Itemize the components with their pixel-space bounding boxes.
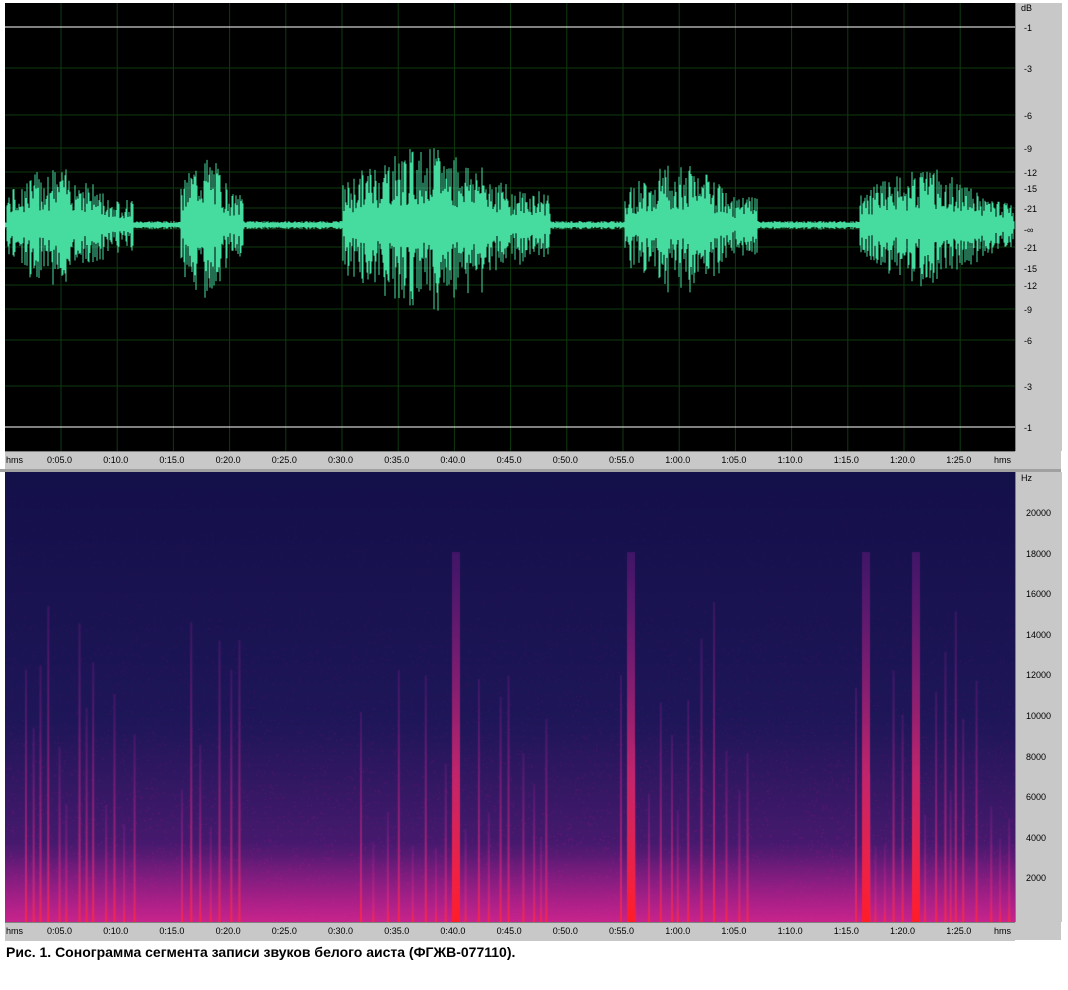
spectrogram-time-tick-label: 1:25.0 <box>946 926 972 936</box>
db-tick-label: -1 <box>1024 23 1033 33</box>
frequency-tick-label: 8000 <box>1026 751 1047 762</box>
db-tick-label: -15 <box>1024 184 1038 194</box>
spectrogram-time-ruler[interactable]: hms 0:05.0 0:10.0 0:15.0 0:20.0 0:25.0 0:30.0 0… <box>5 922 1015 941</box>
spectrogram-time-unit-right: hms <box>994 926 1012 936</box>
spectrogram-time-tick-label: 0:55.0 <box>609 926 635 936</box>
db-tick-label: -9 <box>1024 144 1033 154</box>
db-tick-label: -6 <box>1024 336 1033 346</box>
spectrogram-time-tick-label: 1:00.0 <box>665 926 691 936</box>
frequency-tick-label: 2000 <box>1026 873 1047 884</box>
waveform-time-tick-label: 0:25.0 <box>271 455 297 465</box>
audio-editor-view: dB -1 -3 -6 -9 -12 -15 -21 -∞ -21 -15 -12 -9 -6 -3 -1 … <box>0 0 1068 990</box>
db-tick-label: -12 <box>1024 168 1038 178</box>
db-unit-label: dB <box>1021 3 1033 13</box>
spectrogram-panel[interactable] <box>5 472 1015 922</box>
frequency-tick-label: 16000 <box>1026 589 1052 600</box>
waveform-time-tick-label: 0:50.0 <box>552 455 578 465</box>
frequency-tick-label: 10000 <box>1026 711 1052 721</box>
frequency-tick-label: 18000 <box>1026 548 1052 559</box>
spectrogram-time-tick-label: 0:40.0 <box>440 926 466 936</box>
frequency-tick-label: 4000 <box>1026 832 1047 843</box>
waveform-time-tick-label: 1:10.0 <box>777 455 803 465</box>
waveform-time-unit-left: hms <box>6 455 24 465</box>
db-tick-label: -3 <box>1024 64 1033 74</box>
spectrogram-time-tick-label: 1:15.0 <box>833 926 859 936</box>
waveform-time-tick-label: 0:40.0 <box>440 455 466 465</box>
spectrogram-time-tick-label: 0:20.0 <box>215 926 241 936</box>
frequency-tick-label: 14000 <box>1026 629 1052 640</box>
waveform-time-tick-label: 1:00.0 <box>665 455 691 465</box>
db-tick-label: -12 <box>1024 281 1038 291</box>
waveform-time-tick-label: 0:15.0 <box>159 455 185 465</box>
waveform-time-ruler[interactable]: hms 0:05.0 0:10.0 0:15.0 0:20.0 0:25.0 0:30.0 0… <box>5 451 1015 470</box>
db-tick-label: -9 <box>1024 305 1033 315</box>
waveform-display[interactable] <box>4 3 1017 451</box>
frequency-tick-label: 6000 <box>1026 792 1047 803</box>
spectrogram-time-tick-label: 0:45.0 <box>496 926 522 936</box>
db-tick-label: -1 <box>1024 423 1033 433</box>
spectrogram-time-tick-label: 0:30.0 <box>328 926 354 936</box>
waveform-time-tick-label: 0:45.0 <box>496 455 522 465</box>
waveform-time-tick-label: 1:20.0 <box>890 455 916 465</box>
db-tick-label: -3 <box>1024 382 1033 392</box>
spectrogram-display[interactable] <box>5 472 1015 922</box>
waveform-time-tick-label: 1:05.0 <box>721 455 747 465</box>
db-tick-label: -21 <box>1024 243 1038 253</box>
waveform-time-tick-label: 1:25.0 <box>946 455 972 465</box>
spectrogram-time-tick-label: 1:10.0 <box>777 926 803 936</box>
waveform-time-tick-label: 0:55.0 <box>609 455 635 465</box>
spectrogram-time-tick-label: 1:20.0 <box>890 926 916 936</box>
spectrogram-time-unit-left: hms <box>6 926 24 936</box>
spectrogram-time-tick-label: 1:05.0 <box>721 926 747 936</box>
spectrogram-time-tick-label: 0:25.0 <box>271 926 297 936</box>
db-ruler: dB -1 -3 -6 -9 -12 -15 -21 -∞ -21 -15 -12 -9 -6 -3 -1 <box>1015 3 1062 451</box>
ruler-corner <box>1015 922 1061 940</box>
figure-caption: Рис. 1. Сонограмма сегмента записи звуко… <box>6 944 516 960</box>
frequency-tick-label: 20000 <box>1026 508 1052 518</box>
waveform-time-tick-label: 1:15.0 <box>833 455 859 465</box>
waveform-time-unit-right: hms <box>994 455 1012 465</box>
db-tick-label: -15 <box>1024 264 1038 274</box>
frequency-tick-label: 12000 <box>1026 670 1052 681</box>
db-tick-label: -∞ <box>1024 225 1034 235</box>
waveform-panel[interactable] <box>4 3 1017 451</box>
spectrogram-time-tick-label: 0:15.0 <box>159 926 185 936</box>
hz-unit-label: Hz <box>1021 473 1032 483</box>
db-tick-label: -6 <box>1024 111 1033 121</box>
waveform-time-tick-label: 0:30.0 <box>328 455 354 465</box>
db-tick-label: -21 <box>1024 204 1038 214</box>
frequency-ruler: Hz 20000 18000 16000 14000 12000 10000 8000 600… <box>1015 472 1062 922</box>
spectrogram-time-tick-label: 0:05.0 <box>47 926 73 936</box>
waveform-time-tick-label: 0:20.0 <box>215 455 241 465</box>
spectrogram-time-tick-label: 0:50.0 <box>552 926 578 936</box>
waveform-time-tick-label: 0:35.0 <box>384 455 410 465</box>
spectrogram-time-tick-label: 0:10.0 <box>103 926 129 936</box>
waveform-time-tick-label: 0:10.0 <box>103 455 129 465</box>
spectrogram-time-tick-label: 0:35.0 <box>384 926 410 936</box>
waveform-time-tick-label: 0:05.0 <box>47 455 73 465</box>
ruler-corner <box>1015 451 1061 469</box>
